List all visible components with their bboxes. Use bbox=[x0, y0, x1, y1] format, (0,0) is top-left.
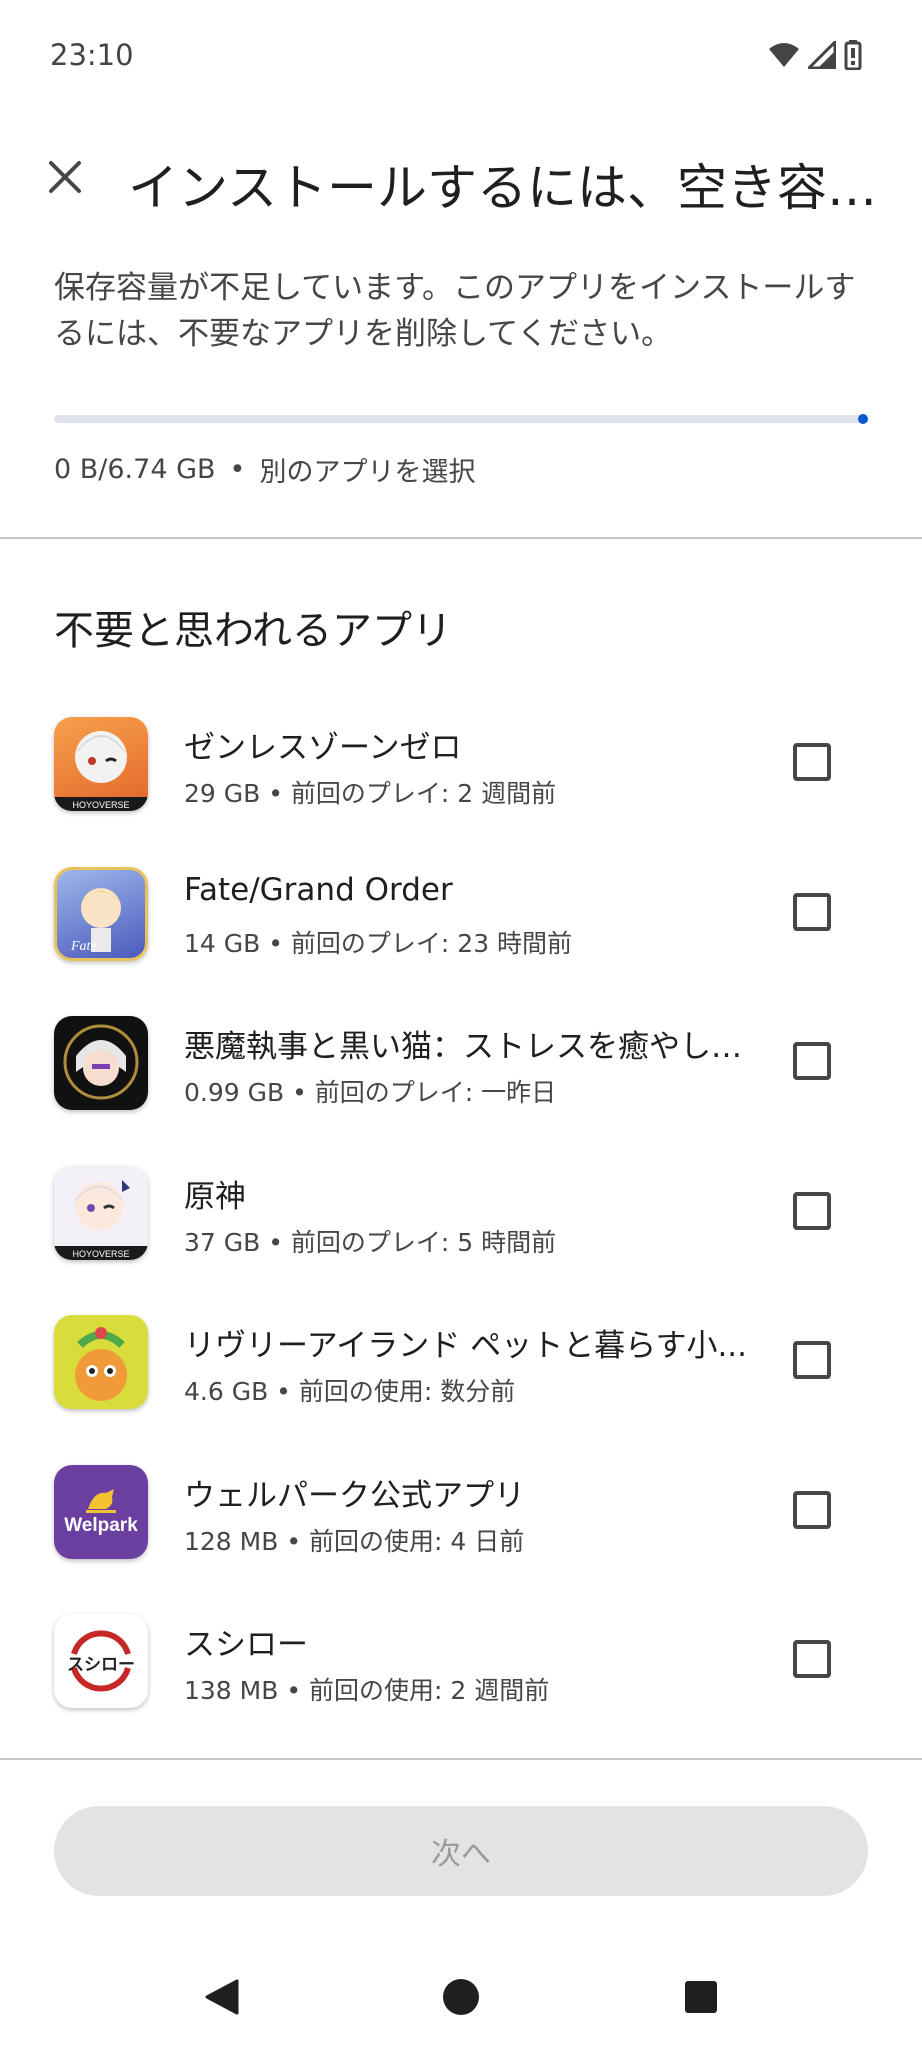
wifi-icon bbox=[769, 43, 799, 67]
genshin-icon: HOYOVERSE bbox=[54, 1165, 148, 1260]
app-meta: 128 MB • 前回の使用: 4 日前 bbox=[184, 1526, 525, 1556]
next-button[interactable]: 次へ bbox=[54, 1806, 868, 1896]
separator-dot: • bbox=[229, 454, 246, 485]
sushiro-icon: スシロー bbox=[54, 1614, 148, 1708]
home-circle-icon bbox=[443, 1979, 479, 2015]
close-button[interactable] bbox=[40, 152, 90, 202]
app-row[interactable]: HOYOVERSE ゼンレスゾーンゼロ 29 GB • 前回のプレイ: 2 週間… bbox=[0, 700, 922, 850]
app-meta: 138 MB • 前回の使用: 2 週間前 bbox=[184, 1676, 550, 1705]
welpark-logo-text: Welpark bbox=[64, 1514, 138, 1536]
divider bbox=[0, 537, 922, 539]
app-meta: 0.99 GB • 前回のプレイ: 一昨日 bbox=[184, 1078, 557, 1107]
app-checkbox[interactable] bbox=[793, 1341, 831, 1379]
app-checkbox[interactable] bbox=[793, 1042, 831, 1080]
svg-text:HOYOVERSE: HOYOVERSE bbox=[72, 800, 129, 810]
app-name: 原神 bbox=[184, 1178, 246, 1215]
app-list: HOYOVERSE ゼンレスゾーンゼロ 29 GB • 前回のプレイ: 2 週間… bbox=[0, 700, 922, 1747]
app-checkbox[interactable] bbox=[793, 743, 831, 781]
app-row[interactable]: Fate Fate/Grand Order 14 GB • 前回のプレイ: 23… bbox=[0, 850, 922, 1000]
app-name: ゼンレスゾーンゼロ bbox=[184, 730, 462, 766]
welpark-icon: Welpark bbox=[54, 1464, 148, 1559]
back-triangle-icon bbox=[205, 1979, 239, 2015]
app-checkbox[interactable] bbox=[793, 1490, 831, 1529]
app-row[interactable]: 悪魔執事と黒い猫：ストレスを癒やし、... 0.99 GB • 前回のプレイ: … bbox=[0, 999, 922, 1149]
livly-island-icon bbox=[54, 1315, 148, 1409]
back-button[interactable] bbox=[196, 1972, 246, 2022]
close-icon bbox=[49, 161, 81, 193]
recents-button[interactable] bbox=[676, 1972, 726, 2022]
app-row[interactable]: HOYOVERSE 原神 37 GB • 前回のプレイ: 5 時間前 bbox=[0, 1149, 922, 1299]
recents-square-icon bbox=[685, 1981, 717, 2013]
app-meta: 4.6 GB • 前回の使用: 数分前 bbox=[184, 1377, 516, 1406]
section-title: 不要と思われるアプリ bbox=[54, 608, 452, 654]
app-row[interactable]: リヴリーアイランド ペットと暮らす小... 4.6 GB • 前回の使用: 数分… bbox=[0, 1298, 922, 1448]
app-meta: 14 GB • 前回のプレイ: 23 時間前 bbox=[184, 928, 573, 958]
storage-info: 0 B/6.74 GB • 別のアプリを選択 bbox=[54, 450, 475, 489]
app-checkbox[interactable] bbox=[793, 892, 831, 931]
app-row[interactable]: スシロー スシロー 138 MB • 前回の使用: 2 週間前 bbox=[0, 1597, 922, 1747]
storage-usage: 0 B/6.74 GB bbox=[54, 454, 216, 485]
storage-progress-bar bbox=[54, 414, 868, 424]
app-header: インストールするには、空き容量... bbox=[0, 130, 922, 230]
app-checkbox[interactable] bbox=[793, 1191, 831, 1230]
signal-icon bbox=[808, 41, 836, 69]
status-time: 23:10 bbox=[50, 38, 134, 72]
home-button[interactable] bbox=[436, 1972, 486, 2022]
app-meta: 29 GB • 前回のプレイ: 2 週間前 bbox=[184, 779, 557, 808]
battery-icon bbox=[844, 40, 862, 70]
app-row[interactable]: Welpark ウェルパーク公式アプリ 128 MB • 前回の使用: 4 日前 bbox=[0, 1448, 922, 1598]
welpark-horse-icon bbox=[86, 1488, 116, 1513]
page-title: インストールするには、空き容量... bbox=[128, 159, 892, 217]
app-checkbox[interactable] bbox=[793, 1640, 831, 1678]
app-name: 悪魔執事と黒い猫：ストレスを癒やし、... bbox=[184, 1029, 764, 1065]
app-name: ウェルパーク公式アプリ bbox=[184, 1477, 525, 1514]
navigation-bar bbox=[0, 1950, 922, 2048]
status-icons bbox=[768, 40, 862, 70]
svg-text:Fate: Fate bbox=[70, 939, 97, 954]
status-bar: 23:10 bbox=[0, 0, 922, 110]
app-name: スシロー bbox=[184, 1627, 308, 1663]
storage-warning-text: 保存容量が不足しています。このアプリをインストールするには、不要なアプリを削除し… bbox=[54, 270, 856, 352]
app-name: リヴリーアイランド ペットと暮らす小... bbox=[184, 1328, 748, 1364]
svg-text:HOYOVERSE: HOYOVERSE bbox=[72, 1249, 129, 1259]
sushiro-logo-text: スシロー bbox=[67, 1655, 135, 1675]
app-meta: 37 GB • 前回のプレイ: 5 時間前 bbox=[184, 1227, 557, 1257]
app-name: Fate/Grand Order bbox=[184, 871, 453, 908]
select-other-app-link[interactable]: 別のアプリを選択 bbox=[259, 450, 475, 489]
fate-grand-order-icon: Fate bbox=[54, 866, 148, 961]
divider bbox=[0, 1758, 922, 1760]
akuma-shitsuji-icon bbox=[54, 1016, 148, 1110]
progress-indicator bbox=[858, 414, 868, 424]
zenless-zone-zero-icon: HOYOVERSE bbox=[54, 717, 148, 811]
